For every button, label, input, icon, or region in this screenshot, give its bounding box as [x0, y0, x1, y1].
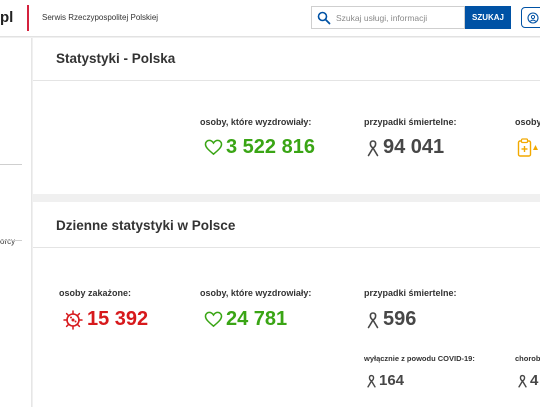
covid-only-deaths-label: wyłącznie z powodu COVID-19:: [364, 354, 475, 363]
search-input[interactable]: [336, 10, 462, 26]
daily-deaths-label: przypadki śmiertelne:: [364, 288, 457, 298]
daily-recovered-stat: 24 781: [204, 308, 287, 331]
main-content: Statystyki - Polska osoby, które wyzdrow…: [33, 38, 540, 407]
covid-only-deaths-value: 164: [379, 372, 405, 389]
sidebar-divider: [0, 240, 22, 241]
mourning-ribbon-icon: [367, 311, 379, 328]
sidebar-divider: [0, 164, 22, 165]
daily-infected-value: 15 392: [87, 308, 149, 330]
mourning-ribbon-icon: [518, 374, 527, 388]
overall-recovered-value: 3 522 816: [226, 136, 315, 158]
overall-deaths-stat: 94 041: [366, 136, 444, 159]
site-logo[interactable]: pl: [0, 9, 13, 26]
daily-deaths-stat: 596: [366, 308, 416, 331]
service-name: Serwis Rzeczypospolitej Polskiej: [42, 13, 159, 22]
overall-stats-title: Statystyki - Polska: [56, 51, 176, 66]
heart-icon: [204, 139, 223, 156]
daily-recovered-value: 24 781: [226, 308, 288, 330]
comorbid-deaths-label: chorob: [515, 354, 540, 363]
covid-only-deaths-stat: 164: [366, 372, 404, 389]
overall-deaths-value: 94 041: [383, 136, 445, 158]
daily-deaths-value: 596: [383, 308, 417, 330]
overall-recovered-stat: 3 522 816: [204, 136, 315, 159]
sidebar-item[interactable]: orcy: [0, 237, 15, 246]
overall-stats-panel: Statystyki - Polska osoby, które wyzdrow…: [33, 38, 540, 194]
daily-stats-panel: Dzienne statystyki w Polsce osoby zakażo…: [33, 202, 540, 407]
virus-icon: [63, 309, 83, 330]
search-icon: [317, 11, 331, 25]
daily-infected-stat: 15 392: [62, 308, 148, 331]
search-button[interactable]: SZUKAJ: [465, 6, 511, 29]
search-box: [311, 6, 465, 29]
section-divider: [33, 247, 540, 248]
mourning-ribbon-icon: [367, 139, 379, 156]
overall-deaths-label: przypadki śmiertelne:: [364, 117, 457, 127]
overall-vaccinated-stat: [517, 138, 540, 158]
heart-icon: [204, 311, 223, 328]
overall-partial-label: osoby: [515, 117, 540, 127]
overall-recovered-label: osoby, które wyzdrowiały:: [200, 117, 312, 127]
clipboard-icon: [517, 138, 538, 157]
mourning-ribbon-icon: [367, 374, 376, 388]
daily-infected-label: osoby zakażone:: [59, 288, 132, 298]
daily-stats-title: Dzienne statystyki w Polsce: [56, 218, 236, 233]
sidebar: orcy: [0, 38, 32, 407]
logo-divider: [27, 5, 29, 31]
section-divider: [33, 80, 540, 81]
daily-recovered-label: osoby, które wyzdrowiały:: [200, 288, 312, 298]
user-icon: [527, 12, 539, 24]
site-header: pl Serwis Rzeczypospolitej Polskiej SZUK…: [0, 0, 540, 37]
comorbid-deaths-stat: 4: [517, 372, 538, 389]
user-account-button[interactable]: [521, 7, 540, 28]
comorbid-deaths-value: 4: [530, 372, 539, 389]
